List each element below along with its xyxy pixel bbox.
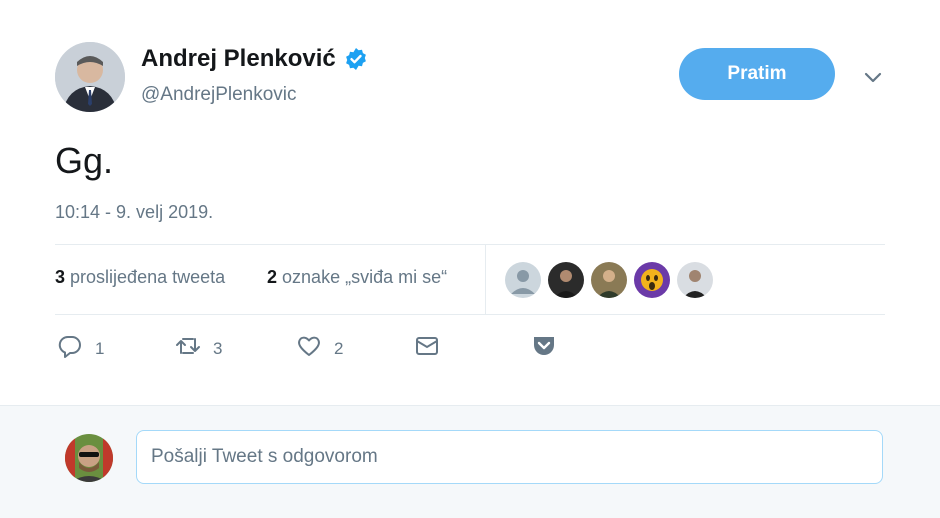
reply-icon: [57, 333, 83, 364]
direct-message-button[interactable]: [414, 333, 440, 364]
author-name-text[interactable]: Andrej Plenković: [141, 45, 336, 73]
tweet-card: Andrej Plenković @AndrejPlenkovic Pratim…: [0, 0, 940, 404]
author-avatar[interactable]: [55, 42, 125, 112]
envelope-icon: [414, 333, 440, 364]
retweet-count: 3: [213, 338, 223, 358]
divider: [55, 314, 885, 315]
liker-avatar[interactable]: [548, 262, 584, 298]
pocket-button[interactable]: [531, 333, 557, 364]
chevron-down-icon[interactable]: [862, 66, 884, 88]
tweet-timestamp[interactable]: 10:14 - 9. velj 2019.: [55, 202, 213, 223]
tweet-stats: 3 proslijeđena tweeta 2 oznake „sviđa mi…: [55, 245, 885, 314]
reply-count: 1: [95, 338, 105, 358]
verified-badge-icon: [344, 47, 368, 71]
reply-input[interactable]: [136, 430, 883, 484]
stats-separator: [485, 245, 486, 314]
retweets-label: proslijeđena tweeta: [70, 267, 226, 287]
author-handle[interactable]: @AndrejPlenkovic: [141, 84, 297, 106]
likes-count: 2: [267, 267, 278, 287]
liker-avatar[interactable]: [505, 262, 541, 298]
likes-stat[interactable]: 2 oznake „sviđa mi se“: [267, 267, 447, 288]
liker-avatar[interactable]: [634, 262, 670, 298]
user-avatar[interactable]: [65, 434, 113, 482]
liker-avatar[interactable]: [677, 262, 713, 298]
retweets-count: 3: [55, 267, 66, 287]
likes-label: oznake „sviđa mi se“: [282, 267, 448, 287]
following-button[interactable]: Pratim: [679, 48, 835, 100]
author-name[interactable]: Andrej Plenković: [141, 45, 368, 73]
retweet-icon: [175, 333, 201, 364]
retweets-stat[interactable]: 3 proslijeđena tweeta: [55, 267, 225, 288]
pocket-icon: [531, 333, 557, 364]
reply-composer: [0, 405, 940, 518]
reply-button[interactable]: 1: [57, 333, 104, 364]
liker-avatar[interactable]: [591, 262, 627, 298]
like-count: 2: [334, 338, 344, 358]
like-button[interactable]: 2: [296, 333, 343, 364]
tweet-text: Gg.: [55, 140, 114, 181]
retweet-button[interactable]: 3: [175, 333, 222, 364]
tweet-actions: 1 3 2: [55, 333, 885, 365]
heart-icon: [296, 333, 322, 364]
liker-avatars: [505, 262, 713, 298]
